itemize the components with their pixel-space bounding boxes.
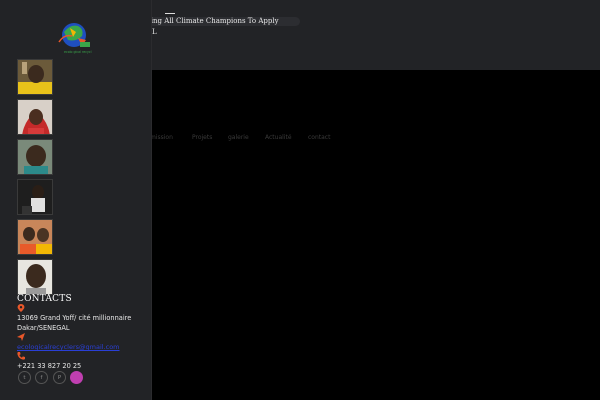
gallery-thumb-6[interactable] [17, 259, 53, 295]
gallery-thumb-3[interactable] [17, 139, 53, 175]
dribbble-icon[interactable] [70, 371, 83, 384]
gallery-thumb-5[interactable] [17, 219, 53, 255]
facebook-glyph: f [40, 374, 43, 381]
nav-item-mission[interactable]: mission [150, 134, 173, 141]
email-link[interactable]: ecologicalrecyclers@gmail.com [17, 343, 120, 351]
phone-text: +221 33 827 20 25 [17, 362, 82, 370]
send-icon [17, 333, 25, 341]
twitter-icon[interactable]: t [18, 371, 31, 384]
phone-icon [17, 352, 25, 360]
address-line-1: 13069 Grand Yoff/ cité millionnaire [17, 314, 132, 322]
address-text: 13069 Grand Yoff/ cité millionnaire Daka… [17, 313, 131, 333]
nav-item-projets[interactable]: Projets [192, 134, 212, 141]
facebook-icon[interactable]: f [35, 371, 48, 384]
header-trail-text: L [152, 28, 157, 36]
header-dash [165, 13, 175, 14]
sidebar: ecolo gical recycl CONTACTS 13069 Grand … [0, 0, 152, 400]
pinterest-glyph: P [57, 374, 62, 381]
pinterest-icon[interactable]: P [53, 371, 66, 384]
twitter-glyph: t [23, 374, 26, 381]
gallery-thumb-4[interactable] [17, 179, 53, 215]
nav-item-actualite[interactable]: Actualité [265, 134, 292, 141]
nav-item-galerie[interactable]: galerie [228, 134, 249, 141]
logo[interactable]: ecolo gical recycl [56, 20, 96, 56]
gallery-thumb-2[interactable] [17, 99, 53, 135]
gallery-thumb-1[interactable] [17, 59, 53, 95]
svg-text:ecolo gical recycl: ecolo gical recycl [64, 50, 92, 54]
contacts-title: CONTACTS [17, 294, 72, 304]
nav-item-contact[interactable]: contact [308, 134, 330, 141]
location-pin-icon [17, 304, 25, 312]
news-ticker-text[interactable]: ting All Climate Champions To Apply [148, 17, 279, 25]
address-line-2: Dakar/SENEGAL [17, 324, 70, 332]
